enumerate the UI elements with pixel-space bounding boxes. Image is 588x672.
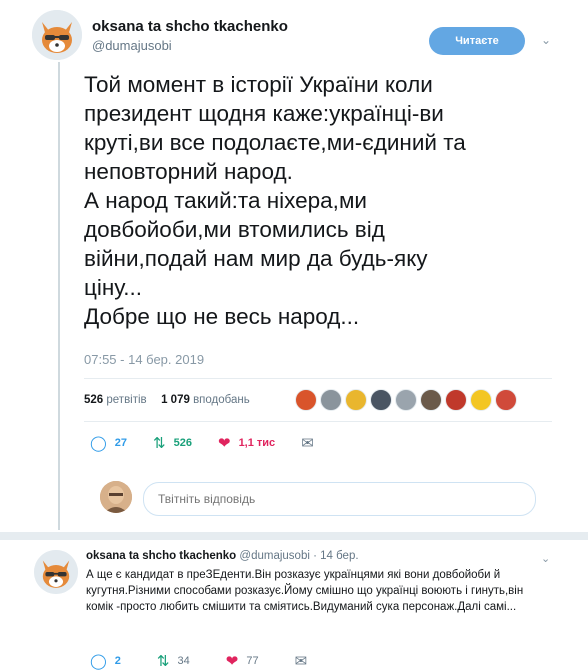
reply-author-avatar[interactable] [34, 550, 78, 594]
chevron-down-icon[interactable]: ⌄ [541, 552, 550, 565]
author-avatar[interactable] [32, 10, 82, 60]
tweet-stats-bar: 526 ретвітів 1 079 вподобань [84, 378, 552, 422]
tweet-stats: 526 ретвітів 1 079 вподобань [84, 394, 250, 406]
like-count: 1,1 тис [238, 437, 276, 449]
reply-icon: ◯ [90, 653, 107, 670]
fox-avatar-icon [34, 550, 78, 594]
tweet-text: Той момент в історії України коли презид… [84, 72, 466, 329]
like-count: 77 [246, 655, 259, 667]
conversation-divider [0, 532, 588, 540]
like-button[interactable]: ❤ 77 [226, 652, 259, 670]
user-avatar[interactable] [100, 481, 132, 513]
likes-count[interactable]: 1 079 [161, 394, 190, 406]
liker-avatar[interactable] [395, 389, 417, 411]
retweet-button[interactable]: ⇅ 526 [153, 434, 192, 452]
reply-count: 27 [114, 437, 128, 449]
retweets-count[interactable]: 526 [84, 394, 103, 406]
envelope-icon: ✉ [301, 435, 314, 452]
reply-button[interactable]: ◯ 2 [90, 652, 121, 670]
reply-input[interactable] [143, 482, 536, 516]
retweet-icon: ⇅ [153, 435, 166, 452]
liker-avatar[interactable] [470, 389, 492, 411]
direct-message-button[interactable]: ✉ [295, 652, 316, 670]
liker-avatar[interactable] [370, 389, 392, 411]
liker-avatar[interactable] [295, 389, 317, 411]
like-button[interactable]: ❤ 1,1 тис [218, 434, 275, 452]
reply-header: oksana ta shcho tkachenko @dumajusobi · … [86, 550, 359, 562]
reply-author-name[interactable]: oksana ta shcho tkachenko [86, 550, 236, 562]
reply-meta[interactable]: @dumajusobi · 14 бер. [239, 550, 358, 562]
thread-connector-line [58, 62, 60, 530]
author-block[interactable]: oksana ta shcho tkachenko @dumajusobi [92, 18, 288, 53]
retweet-icon: ⇅ [156, 653, 170, 670]
following-button[interactable]: Читаєте [429, 27, 525, 55]
likes-label[interactable]: вподобань [193, 394, 250, 406]
reply-icon: ◯ [90, 435, 107, 452]
liker-avatar[interactable] [320, 389, 342, 411]
tweet-timestamp[interactable]: 07:55 - 14 бер. 2019 [84, 352, 204, 367]
fox-avatar-icon [32, 10, 82, 60]
reply-count: 2 [114, 655, 121, 667]
liker-avatar[interactable] [345, 389, 367, 411]
reply-composer [96, 479, 546, 519]
direct-message-button[interactable]: ✉ [301, 434, 322, 452]
author-name[interactable]: oksana ta shcho tkachenko [92, 18, 288, 35]
tweet-actions: ◯ 27 ⇅ 526 ❤ 1,1 тис ✉ [90, 434, 348, 452]
heart-icon: ❤ [217, 435, 231, 452]
retweet-button[interactable]: ⇅ 34 [157, 652, 190, 670]
retweet-count: 34 [177, 655, 190, 667]
retweet-count: 526 [173, 437, 192, 449]
reply-actions: ◯ 2 ⇅ 34 ❤ 77 ✉ [90, 652, 351, 670]
liker-avatar[interactable] [420, 389, 442, 411]
author-handle[interactable]: @dumajusobi [92, 38, 288, 53]
liker-avatar[interactable] [495, 389, 517, 411]
envelope-icon: ✉ [294, 653, 308, 670]
heart-icon: ❤ [225, 653, 239, 670]
retweets-label[interactable]: ретвітів [106, 394, 146, 406]
reply-tweet[interactable]: oksana ta shcho tkachenko @dumajusobi · … [0, 540, 588, 672]
reply-button[interactable]: ◯ 27 [90, 434, 127, 452]
reply-text: А ще є кандидат в преЗЕденти.Він розказу… [86, 569, 524, 613]
user-photo-icon [100, 481, 132, 513]
liker-avatar[interactable] [445, 389, 467, 411]
chevron-down-icon[interactable]: ⌄ [541, 33, 551, 47]
liker-avatars[interactable] [295, 389, 520, 413]
